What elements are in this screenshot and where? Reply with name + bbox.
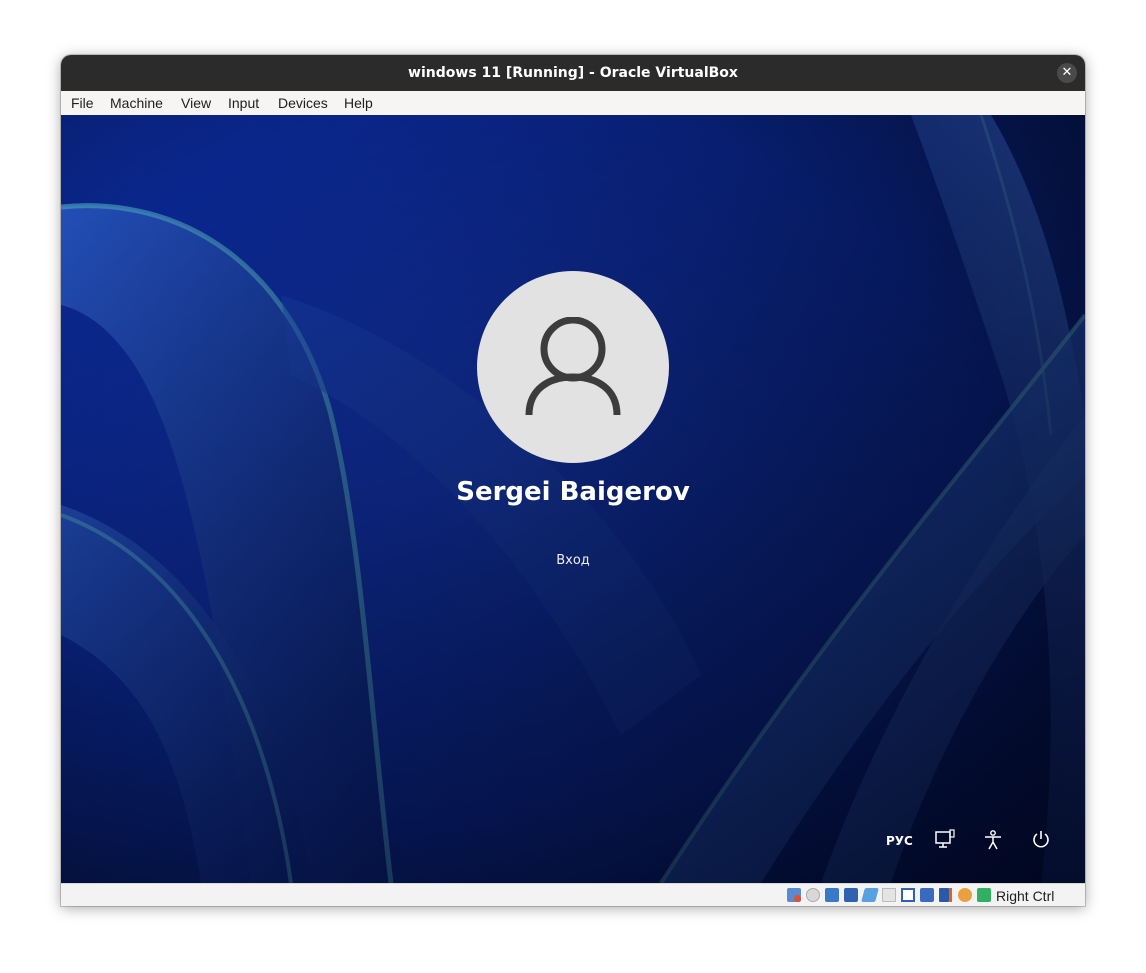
menu-bar: File Machine View Input Devices Help (61, 91, 1085, 116)
audio-icon[interactable] (825, 888, 839, 902)
usb-icon[interactable] (861, 888, 879, 902)
optical-drive-icon[interactable] (806, 888, 820, 902)
menu-help[interactable]: Help (344, 91, 373, 115)
mouse-integration-icon[interactable] (955, 885, 975, 905)
menu-view[interactable]: View (181, 91, 211, 115)
language-indicator[interactable]: РУС (886, 829, 913, 853)
close-button[interactable]: ✕ (1057, 63, 1077, 83)
user-avatar[interactable] (477, 271, 669, 463)
close-icon: ✕ (1061, 65, 1073, 80)
keyboard-icon[interactable] (977, 888, 991, 902)
hard-disk-icon[interactable] (787, 888, 801, 902)
cpu-icon[interactable] (939, 888, 952, 902)
user-icon (525, 317, 621, 416)
menu-machine[interactable]: Machine (110, 91, 163, 115)
shared-folders-icon[interactable] (882, 888, 896, 902)
network-icon[interactable] (935, 829, 955, 853)
guest-display[interactable]: Sergei Baigerov Вход РУС (61, 115, 1085, 883)
status-bar: Right Ctrl (61, 883, 1085, 906)
menu-input[interactable]: Input (228, 91, 259, 115)
menu-file[interactable]: File (71, 91, 94, 115)
accessibility-icon[interactable] (983, 829, 1003, 853)
title-bar[interactable]: windows 11 [Running] - Oracle VirtualBox… (61, 55, 1085, 91)
virtualbox-window: windows 11 [Running] - Oracle VirtualBox… (61, 55, 1085, 906)
display-icon[interactable] (901, 888, 915, 902)
power-icon[interactable] (1031, 829, 1051, 853)
user-name: Sergei Baigerov (456, 477, 690, 507)
host-key-label: Right Ctrl (996, 888, 1055, 904)
sign-in-button[interactable]: Вход (523, 553, 623, 568)
network-adapter-icon[interactable] (844, 888, 858, 902)
menu-devices[interactable]: Devices (278, 91, 328, 115)
recording-icon[interactable] (920, 888, 934, 902)
window-title: windows 11 [Running] - Oracle VirtualBox (408, 65, 738, 81)
